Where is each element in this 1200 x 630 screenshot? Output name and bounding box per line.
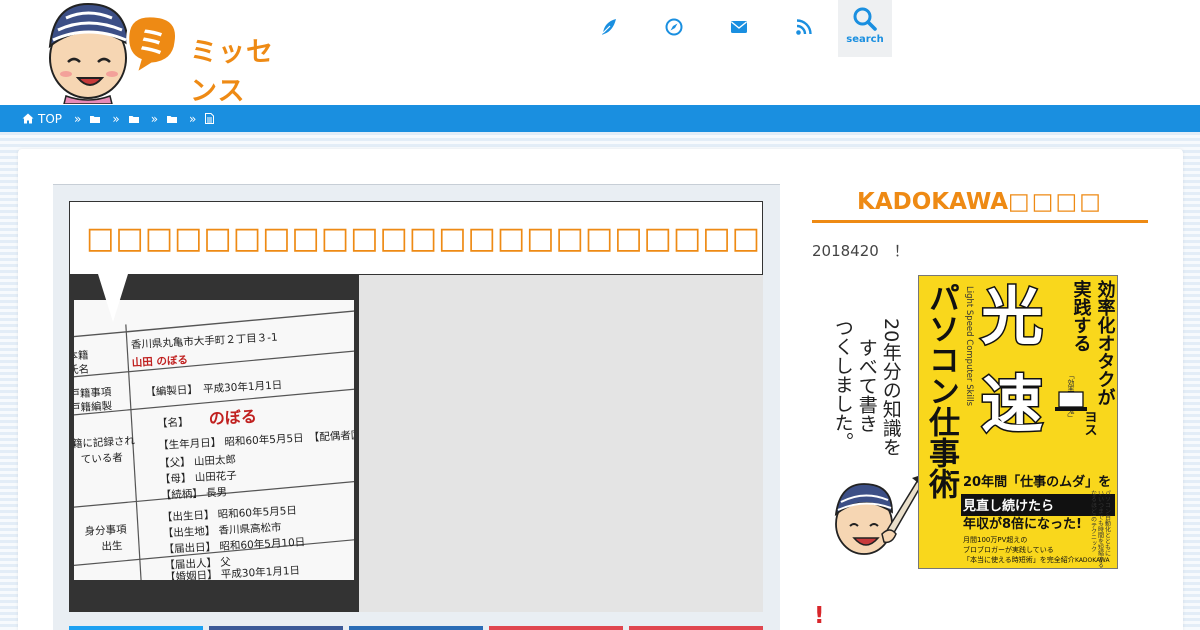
svg-text:氏名: 氏名 [74,362,89,376]
svg-text:戸籍編製: 戸籍編製 [74,399,113,414]
svg-text:速: 速 [981,368,1043,441]
sidebar-vertical-line-3: つくしました。 [831,318,854,451]
thumbnail-pointer [98,274,128,322]
breadcrumb: TOP » » » » [0,105,1200,132]
sidebar-next-heading-mark: ! [814,603,825,629]
svg-text:なるほど!のテクニック: なるほど!のテクニック [1090,490,1097,553]
svg-text:のぼる: のぼる [208,407,257,428]
svg-text:20年間「仕事のムダ」を: 20年間「仕事のムダ」を [963,474,1111,490]
svg-text:光: 光 [981,280,1043,353]
thumbnail-image[interactable]: 本籍 氏名 香川県丸亀市大手町２丁目３-1 山田 のぼる 戸籍事項 戸籍編製 【… [74,300,354,580]
folder-icon [128,115,139,123]
site-logo[interactable]: ミ ミッセンス [40,0,290,107]
breadcrumb-separator: » [74,111,82,126]
sidebar-vertical-line-1: 20年分の知識を [879,318,902,457]
folder-icon [167,115,178,123]
breadcrumb-category-1[interactable] [90,115,101,123]
rss-icon[interactable] [787,10,821,44]
breadcrumb-separator: » [189,111,197,126]
svg-text:月間100万PV超えの: 月間100万PV超えの [963,535,1027,544]
search-label: search [846,34,884,45]
sidebar-text: 2018420 ！ [812,242,909,260]
svg-text:実践する: 実践する [1071,279,1092,352]
breadcrumb-category-2[interactable] [128,115,139,123]
share-button-line[interactable] [629,626,763,630]
svg-text:年収が8倍になった!: 年収が8倍になった! [963,516,1082,532]
home-icon [22,113,34,124]
svg-text:ている者: ている者 [81,452,124,466]
article-title[interactable]: □□□□□□□□□□□□□□□□□□□□□□□□□□ [86,221,762,256]
logo-mark: ミ [137,26,167,61]
book-cover-art: パソコン仕事術 Light Speed Computer Skills 効率化オ… [919,276,1117,568]
svg-text:戸籍事項: 戸籍事項 [74,385,112,400]
breadcrumb-category-3[interactable] [167,115,178,123]
svg-text:KADOKAWA: KADOKAWA [1075,557,1110,564]
svg-text:【名】: 【名】 [157,415,189,430]
sidebar-widget-title: KADOKAWA□□□□ [857,189,1103,215]
sidebar-title-underline [812,220,1148,223]
sidebar-vertical-line-2: すべて書き [855,338,878,433]
svg-text:パソコン自動化とともに: パソコン自動化とともに [1104,490,1111,556]
svg-text:Light Speed Computer Skills: Light Speed Computer Skills [964,286,974,407]
svg-text:「本当に使える時短術」を完全紹介: 「本当に使える時短術」を完全紹介 [963,555,1075,564]
book-cover-image[interactable]: パソコン仕事術 Light Speed Computer Skills 効率化オ… [918,275,1118,569]
svg-text:効率化オタクが: 効率化オタクが [1095,279,1116,406]
share-button-twitter[interactable] [69,626,203,630]
envelope-icon[interactable] [722,10,756,44]
document-icon [205,113,215,124]
svg-text:ヨス: ヨス [1082,410,1097,436]
share-button-hatena[interactable] [349,626,483,630]
book-title-vertical: パソコン仕事術 [923,282,961,499]
svg-text:出生: 出生 [101,539,123,553]
logo-text: ミッセンス [190,37,274,107]
row-label: 本籍 [74,348,89,362]
breadcrumb-separator: » [112,111,120,126]
share-button-facebook[interactable] [209,626,343,630]
sidebar-title-text: KADOKAWA [857,189,1009,215]
feather-icon[interactable] [592,10,626,44]
koseki-document-illustration: 本籍 氏名 香川県丸亀市大手町２丁目３-1 山田 のぼる 戸籍事項 戸籍編製 【… [74,300,354,580]
svg-text:見直し続けたら: 見直し続けたら [962,498,1054,514]
breadcrumb-top-label: TOP [38,111,63,126]
search-icon [853,7,877,31]
mascot-with-pen-icon [834,474,924,555]
svg-text:ブロブロガーが実践している: ブロブロガーが実践している [963,545,1054,554]
site-header: ミ ミッセンス search [0,0,1200,107]
search-button[interactable]: search [838,0,892,57]
share-button-pocket[interactable] [489,626,623,630]
breadcrumb-top[interactable]: TOP [22,112,62,126]
breadcrumb-separator: » [150,111,159,126]
svg-text:身分事項: 身分事項 [84,523,127,538]
article-title-box[interactable]: □□□□□□□□□□□□□□□□□□□□□□□□□□ [69,201,763,275]
breadcrumb-current [205,113,215,124]
compass-icon[interactable] [657,10,691,44]
folder-icon [90,115,101,123]
